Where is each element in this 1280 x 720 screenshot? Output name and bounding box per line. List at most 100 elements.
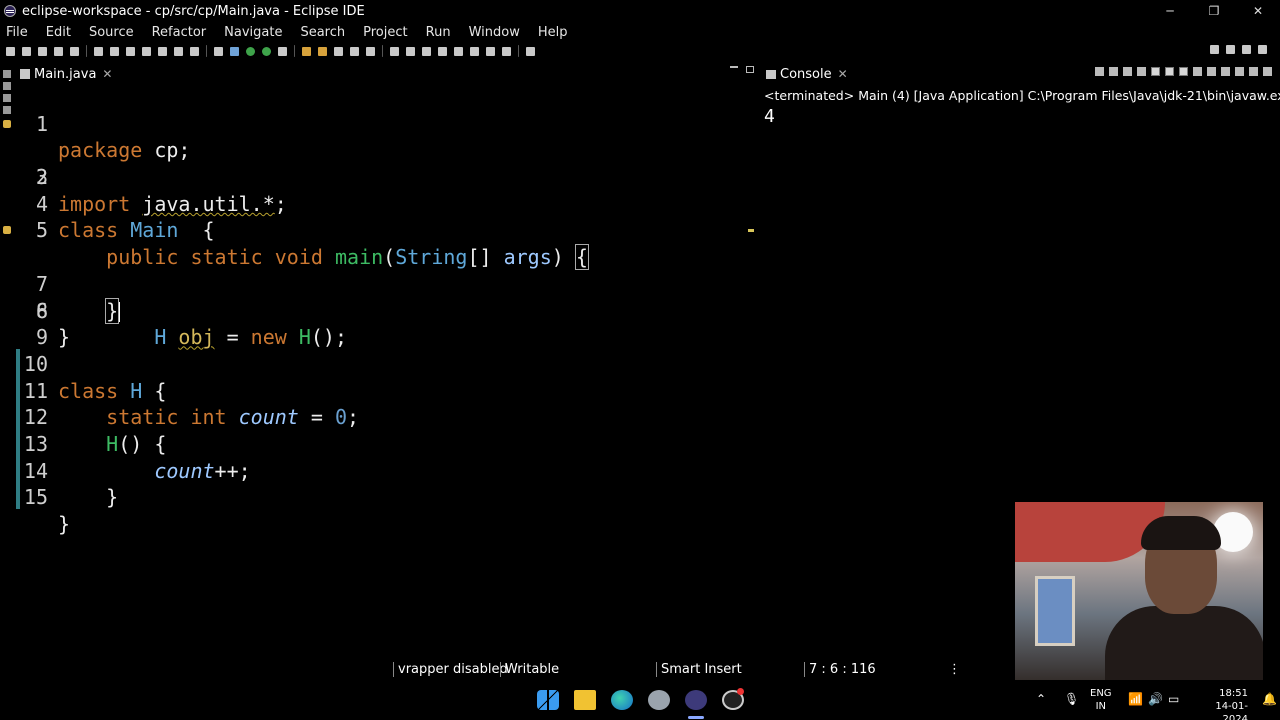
windows-start-icon[interactable]	[537, 690, 559, 710]
status-separator	[393, 662, 394, 677]
toolbar-separator	[86, 45, 87, 57]
clear-console-icon[interactable]	[1137, 67, 1146, 76]
previous-annotation-icon[interactable]	[454, 46, 463, 56]
next-annotation-icon[interactable]	[438, 46, 447, 56]
tab-console[interactable]: Console	[780, 67, 832, 82]
java-perspective-icon[interactable]	[1242, 45, 1251, 54]
outline-icon[interactable]	[3, 82, 11, 90]
battery-icon[interactable]: ▭	[1168, 692, 1179, 706]
block-selection-icon[interactable]	[406, 46, 415, 56]
volume-icon[interactable]: 🔊	[1148, 692, 1163, 706]
save-icon[interactable]	[22, 46, 31, 56]
edge-browser-icon[interactable]	[611, 690, 633, 710]
forward-icon[interactable]	[502, 46, 511, 56]
problems-icon[interactable]	[3, 94, 11, 102]
open-perspective-icon[interactable]	[1226, 45, 1235, 54]
menu-run[interactable]: Run	[426, 25, 451, 40]
coverage-icon[interactable]	[262, 46, 271, 56]
code-area[interactable]: 1 package cp; 2 import java.util.*; 3 4 …	[3, 84, 756, 536]
console-icon	[766, 69, 776, 79]
remove-launch-icon[interactable]	[1109, 67, 1118, 76]
menu-search[interactable]: Search	[300, 25, 345, 40]
show-on-output-icon[interactable]	[1179, 67, 1188, 76]
terminal-icon[interactable]	[94, 46, 103, 56]
run-icon[interactable]	[246, 46, 255, 56]
minimize-view-icon[interactable]	[730, 66, 738, 72]
show-hidden-icons-icon[interactable]: ⌃	[1036, 692, 1046, 706]
close-tab-icon[interactable]: ✕	[838, 67, 848, 81]
close-tab-icon[interactable]: ✕	[102, 67, 112, 81]
warning-icon[interactable]	[3, 226, 11, 235]
menu-window[interactable]: Window	[469, 25, 520, 40]
menu-project[interactable]: Project	[363, 25, 407, 40]
search-icon[interactable]	[1210, 45, 1219, 54]
warning-icon[interactable]	[3, 119, 11, 128]
task-list-icon[interactable]	[3, 106, 11, 114]
step-into-icon[interactable]	[158, 46, 167, 56]
suspend-icon[interactable]	[126, 46, 135, 56]
menu-source[interactable]: Source	[89, 25, 134, 40]
maximize-view-icon[interactable]	[1263, 67, 1272, 76]
undo-icon[interactable]	[54, 46, 63, 56]
menu-navigate[interactable]: Navigate	[224, 25, 282, 40]
notifications-icon[interactable]: 🔔	[1262, 692, 1277, 706]
code-line: 15 }	[16, 458, 756, 536]
menu-file[interactable]: File	[6, 25, 28, 40]
code-line: 11 static int count = 0;	[16, 351, 756, 430]
wifi-icon[interactable]: 📶	[1128, 692, 1143, 706]
status-separator	[656, 662, 657, 677]
code-line: 8 }	[16, 271, 756, 350]
package-explorer-icon[interactable]	[3, 70, 11, 78]
resume-icon[interactable]	[110, 46, 119, 56]
debug-perspective-icon[interactable]	[1258, 45, 1267, 54]
back-icon[interactable]	[486, 46, 495, 56]
last-edit-location-icon[interactable]	[470, 46, 479, 56]
minimize-view-icon[interactable]	[1249, 67, 1258, 76]
new-package-icon[interactable]	[318, 46, 327, 56]
terminate-icon[interactable]	[1095, 67, 1104, 76]
save-all-icon[interactable]	[38, 46, 47, 56]
menu-edit[interactable]: Edit	[46, 25, 71, 40]
new-java-project-icon[interactable]	[302, 46, 311, 56]
show-whitespace-icon[interactable]	[422, 46, 431, 56]
pin-console-icon[interactable]	[1193, 67, 1202, 76]
java-file-icon	[20, 69, 30, 79]
step-over-icon[interactable]	[174, 46, 183, 56]
insert-mode-status: Smart Insert	[661, 662, 742, 677]
microphone-icon[interactable]: 🎙	[1064, 692, 1079, 706]
terminate-icon[interactable]	[142, 46, 151, 56]
new-icon[interactable]	[6, 46, 15, 56]
settings-icon[interactable]	[648, 690, 670, 710]
language-code: ENG	[1090, 688, 1112, 699]
external-tools-icon[interactable]	[278, 46, 287, 56]
skip-breakpoints-icon[interactable]	[214, 46, 223, 56]
maximize-view-icon[interactable]	[746, 66, 754, 73]
scroll-lock-icon[interactable]	[1151, 67, 1160, 76]
eclipse-taskbar-icon[interactable]	[685, 690, 707, 710]
menu-refactor[interactable]: Refactor	[152, 25, 207, 40]
minimize-button[interactable]: ─	[1148, 0, 1192, 22]
file-explorer-icon[interactable]	[574, 690, 596, 710]
redo-icon[interactable]	[70, 46, 79, 56]
debug-icon[interactable]	[230, 46, 239, 56]
new-class-icon[interactable]	[334, 46, 343, 56]
display-console-icon[interactable]	[1207, 67, 1216, 76]
maximize-button[interactable]: ❐	[1192, 0, 1236, 22]
remove-all-icon[interactable]	[1123, 67, 1132, 76]
open-console-icon[interactable]	[1221, 67, 1230, 76]
step-return-icon[interactable]	[190, 46, 199, 56]
toggle-mark-occurrences-icon[interactable]	[390, 46, 399, 56]
menu-help[interactable]: Help	[538, 25, 568, 40]
language-indicator[interactable]: ENG IN	[1090, 687, 1112, 713]
tab-main-java[interactable]: Main.java	[34, 67, 96, 82]
overview-ruler-mark[interactable]	[748, 229, 754, 233]
search-toolbar-icon[interactable]	[366, 46, 375, 56]
title-bar: eclipse-workspace - cp/src/cp/Main.java …	[0, 0, 1280, 22]
status-menu-icon[interactable]: ⋮	[948, 662, 961, 677]
open-type-icon[interactable]	[350, 46, 359, 56]
view-menu-icon[interactable]	[1235, 67, 1244, 76]
close-button[interactable]: ✕	[1236, 0, 1280, 22]
pin-editor-icon[interactable]	[526, 46, 535, 56]
word-wrap-icon[interactable]	[1165, 67, 1174, 76]
clock[interactable]: 18:51 14-01-2024	[1190, 687, 1248, 720]
